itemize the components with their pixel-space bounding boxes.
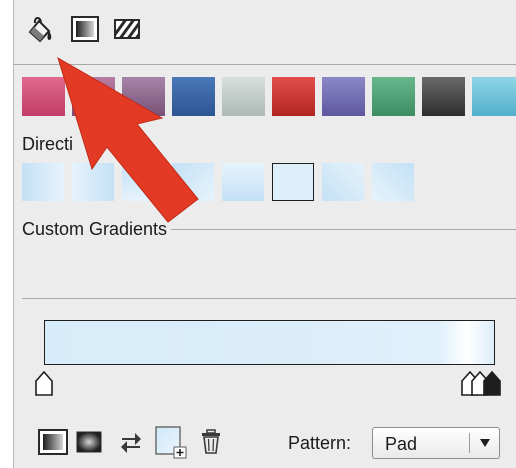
paint-bucket-icon — [28, 17, 52, 43]
preset-swatch[interactable] — [122, 77, 165, 116]
direction-label: Directi — [22, 134, 78, 154]
swap-arrows-icon — [121, 433, 141, 453]
gradient-fill-icon — [71, 16, 99, 42]
radial-gradient-button[interactable] — [76, 431, 102, 453]
direction-tile[interactable] — [172, 163, 214, 201]
preset-swatch[interactable] — [322, 77, 365, 116]
toolbar-divider — [14, 64, 516, 65]
start-color-stop[interactable] — [34, 371, 54, 397]
trash-icon — [202, 429, 220, 454]
linear-gradient-icon — [38, 429, 68, 455]
chevron-down-icon — [480, 439, 490, 447]
pattern-select[interactable]: Pad — [372, 427, 500, 459]
preset-swatch[interactable] — [72, 77, 115, 116]
preset-swatch[interactable] — [22, 77, 65, 116]
linear-gradient-button[interactable] — [38, 429, 68, 455]
direction-tile[interactable] — [72, 163, 114, 201]
direction-tile[interactable] — [372, 163, 414, 201]
editor-divider — [22, 298, 516, 299]
fill-type-toolbar — [14, 0, 516, 64]
direction-tile[interactable] — [22, 163, 64, 201]
radial-gradient-icon — [76, 431, 102, 453]
direction-tile[interactable] — [222, 163, 264, 201]
delete-gradient-button[interactable] — [200, 429, 222, 455]
custom-gradients-label: Custom Gradients — [22, 219, 172, 239]
gradient-fill-tool-button[interactable] — [68, 12, 102, 46]
direction-tile[interactable] — [272, 163, 314, 201]
gradient-panel: Directi Custom Gradients Pattern: Pad — [13, 0, 516, 468]
pattern-select-value: Pad — [385, 434, 418, 454]
new-gradient-icon — [155, 426, 187, 459]
preset-swatch[interactable] — [372, 77, 415, 116]
gradient-preview-bar[interactable] — [44, 320, 495, 365]
direction-tile[interactable] — [122, 163, 164, 201]
preset-swatch[interactable] — [272, 77, 315, 116]
pattern-fill-icon — [114, 19, 140, 39]
pattern-label: Pattern: — [288, 433, 352, 453]
preset-swatch[interactable] — [222, 77, 265, 116]
preset-swatch[interactable] — [422, 77, 465, 116]
new-custom-gradient-button[interactable] — [154, 425, 188, 459]
end-color-stops[interactable] — [460, 371, 504, 397]
pattern-fill-tool-button[interactable] — [110, 12, 144, 46]
preset-swatch[interactable] — [172, 77, 215, 116]
paint-bucket-tool-button[interactable] — [22, 12, 56, 46]
preset-swatch[interactable] — [472, 77, 516, 116]
reverse-gradient-button[interactable] — [120, 429, 142, 455]
direction-tile[interactable] — [322, 163, 364, 201]
select-divider — [469, 433, 470, 453]
